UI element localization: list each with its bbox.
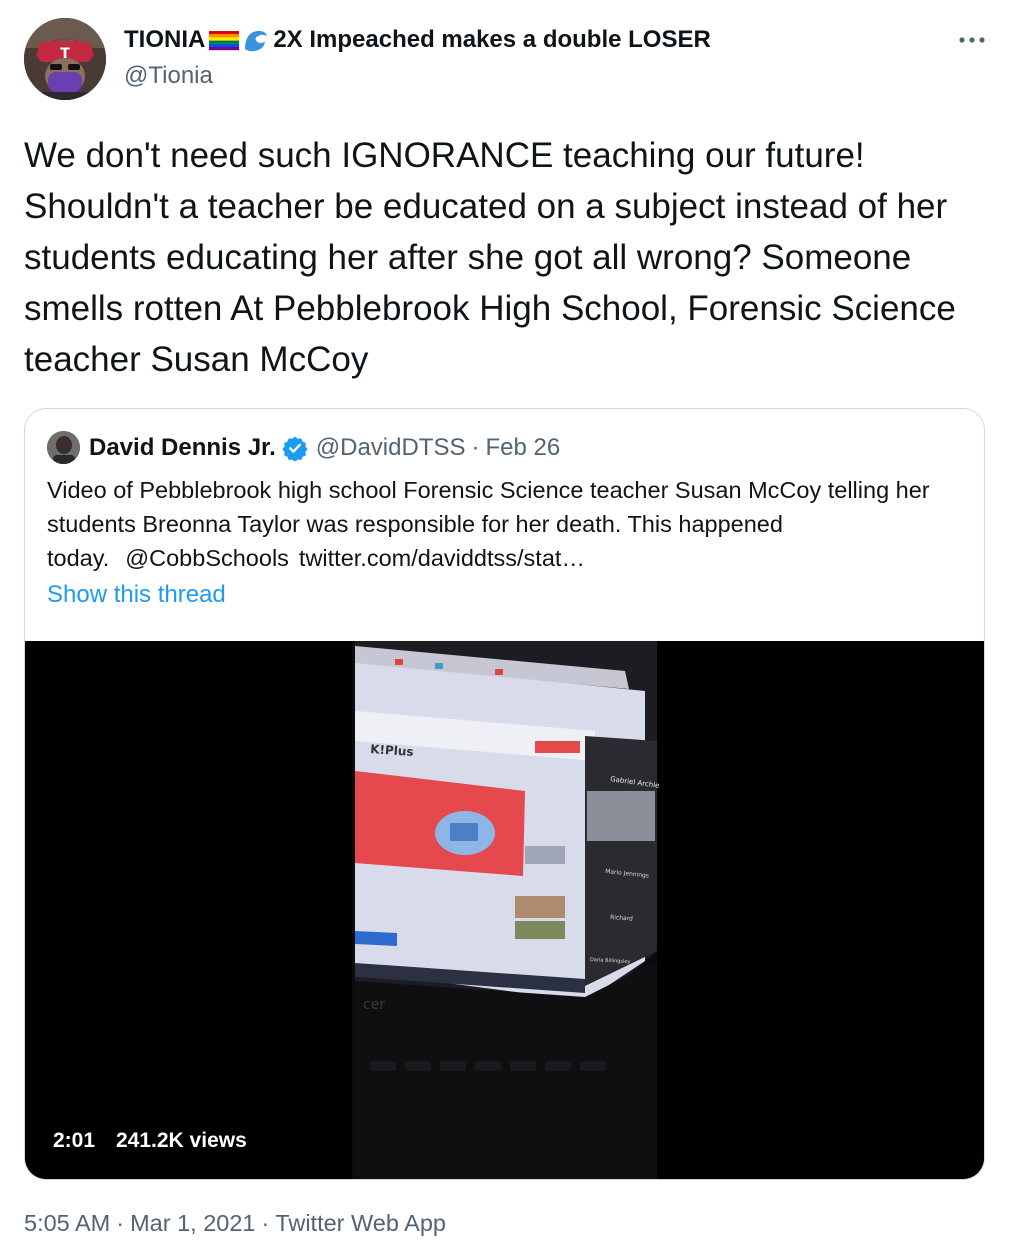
- author-handle[interactable]: @Tionia: [124, 62, 213, 90]
- author-avatar[interactable]: T: [24, 18, 106, 100]
- tweet-date[interactable]: Mar 1, 2021: [130, 1210, 255, 1236]
- quoted-author-handle[interactable]: @DavidDTSS: [316, 434, 466, 462]
- video-player[interactable]: Gabriel Archie Mario Jennings Richard Da…: [25, 641, 984, 1179]
- quoted-author-avatar[interactable]: [47, 431, 80, 464]
- tweet-metadata: 5:05 AM · Mar 1, 2021 · Twitter Web App: [24, 1210, 446, 1237]
- svg-text:cer: cer: [363, 997, 385, 1013]
- quoted-link[interactable]: twitter.com/daviddtss/stat…: [299, 545, 585, 571]
- author-name: TIONIA: [124, 26, 206, 53]
- meta-separator: ·: [116, 1210, 125, 1236]
- tweet-time[interactable]: 5:05 AM: [24, 1210, 110, 1236]
- author-display-name[interactable]: TIONIA 2X Impeached makes a double LOSER: [124, 26, 711, 54]
- quoted-date[interactable]: Feb 26: [485, 434, 560, 462]
- tweet-source[interactable]: Twitter Web App: [275, 1210, 446, 1236]
- verified-badge-icon: [282, 436, 308, 461]
- quoted-header: David Dennis Jr. @DavidDTSS · Feb 26: [89, 431, 560, 465]
- show-thread-link[interactable]: Show this thread: [47, 581, 226, 609]
- rainbow-flag-icon: [209, 31, 240, 51]
- quoted-tweet[interactable]: David Dennis Jr. @DavidDTSS · Feb 26 Vid…: [24, 408, 985, 1180]
- water-wave-icon: [245, 30, 268, 52]
- quoted-text: Video of Pebblebrook high school Forensi…: [47, 473, 962, 575]
- more-options-icon[interactable]: [952, 22, 992, 58]
- video-frame: Gabriel Archie Mario Jennings Richard Da…: [25, 641, 984, 1179]
- quoted-separator: ·: [471, 434, 480, 461]
- author-name-tagline: 2X Impeached makes a double LOSER: [273, 26, 711, 53]
- meta-separator-2: ·: [261, 1210, 270, 1236]
- video-views: 241.2K views: [116, 1129, 247, 1152]
- quoted-author-name[interactable]: David Dennis Jr.: [89, 434, 276, 462]
- quoted-mention[interactable]: @CobbSchools: [125, 545, 289, 571]
- video-duration: 2:01: [53, 1129, 96, 1152]
- tweet: T TIONIA 2X Impeached makes a double LOS…: [0, 0, 1012, 1254]
- tweet-text: We don't need such IGNORANCE teaching ou…: [24, 136, 956, 379]
